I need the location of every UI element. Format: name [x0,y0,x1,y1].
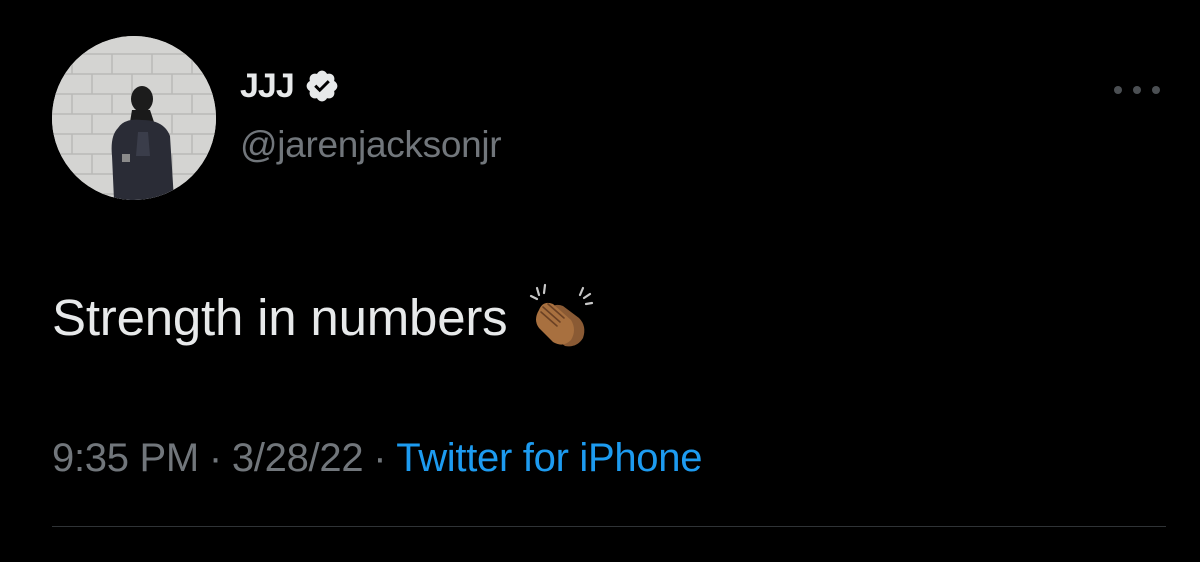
more-dot [1114,86,1122,94]
more-options-icon[interactable] [1114,80,1160,100]
verified-badge-icon [304,68,340,104]
separator: · [208,436,222,480]
divider [52,526,1166,527]
tweet-date[interactable]: 3/28/22 [232,436,364,480]
tweet-text-content: Strength in numbers [52,288,508,346]
user-handle[interactable]: @jarenjacksonjr [240,126,502,163]
separator: · [373,436,387,480]
avatar-image [52,36,216,200]
more-dot [1152,86,1160,94]
clapping-hands-icon [527,282,597,352]
author-name-row: JJJ [240,64,340,108]
tweet-card: JJJ @jarenjacksonjr Strength in numbers [0,0,1200,562]
tweet-metadata: 9:35 PM · 3/28/22 · Twitter for iPhone [52,438,702,478]
more-dot [1133,86,1141,94]
tweet-time[interactable]: 9:35 PM [52,436,199,480]
display-name[interactable]: JJJ [240,69,295,103]
tweet-text: Strength in numbers [52,282,597,352]
avatar[interactable] [52,36,216,200]
tweet-source-link[interactable]: Twitter for iPhone [396,436,702,480]
